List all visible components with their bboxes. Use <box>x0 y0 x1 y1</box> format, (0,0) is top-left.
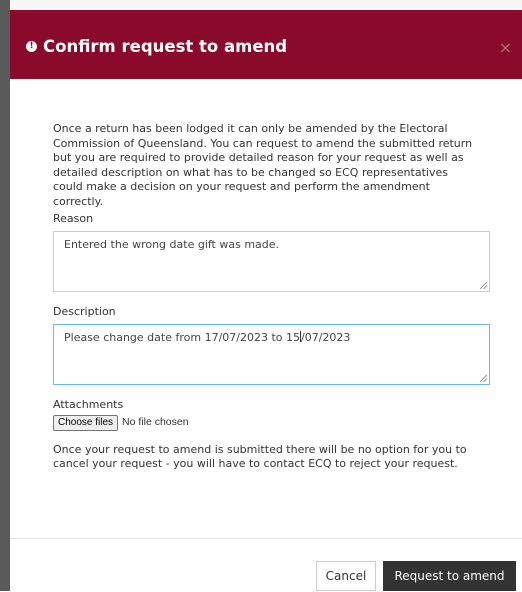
close-icon[interactable]: × <box>499 40 512 56</box>
dialog-title-text: Confirm request to amend <box>43 37 288 56</box>
description-label: Description <box>53 304 116 318</box>
file-input: Choose files No file chosen <box>53 414 493 431</box>
intro-line: Commission of Queensland. You can reques… <box>53 136 473 150</box>
warning-line: cancel your request - you will have to c… <box>53 457 458 470</box>
reason-label: Reason <box>53 212 94 225</box>
description-textarea[interactable]: Please change date from 17/07/2023 to 15… <box>53 324 490 385</box>
confirm-amend-dialog: ! Confirm request to amend × Once a retu… <box>10 10 522 592</box>
file-status: No file chosen <box>122 416 189 429</box>
description-value-part1: Please change date from 17/07/2023 to 15 <box>64 331 301 344</box>
warning-line: Once your request to amend is submitted … <box>53 442 467 456</box>
intro-line: but you are required to provide detailed… <box>53 151 464 164</box>
choose-files-button[interactable]: Choose files <box>53 414 119 431</box>
intro-line: detailed description on what has to be c… <box>53 165 448 179</box>
reason-value: Entered the wrong date gift was made. <box>64 237 280 251</box>
resize-grip-icon[interactable] <box>480 375 487 382</box>
reason-textarea[interactable]: Entered the wrong date gift was made. <box>53 230 490 292</box>
description-value-part2: /07/2023 <box>301 331 351 344</box>
intro-line: could make a decision on your request an… <box>53 180 430 193</box>
dialog-header: ! Confirm request to amend × <box>10 10 522 79</box>
warning-text: Once your request to amend is submitted … <box>53 443 493 472</box>
cancel-button[interactable]: Cancel <box>316 561 376 591</box>
dialog-title: ! Confirm request to amend <box>26 37 287 56</box>
request-to-amend-button[interactable]: Request to amend <box>383 561 516 591</box>
page-backdrop <box>0 0 10 591</box>
alert-circle-icon: ! <box>26 41 37 52</box>
dialog-footer: Cancel Request to amend <box>10 538 522 592</box>
intro-line: Once a return has been lodged it can onl… <box>53 122 448 135</box>
page-backdrop-top <box>10 0 522 10</box>
intro-line: correctly. <box>53 194 104 208</box>
resize-grip-icon[interactable] <box>480 281 487 289</box>
attachments-label: Attachments <box>53 398 124 411</box>
dialog-body: Once a return has been lodged it can onl… <box>53 122 493 472</box>
intro-text: Once a return has been lodged it can onl… <box>53 122 493 209</box>
